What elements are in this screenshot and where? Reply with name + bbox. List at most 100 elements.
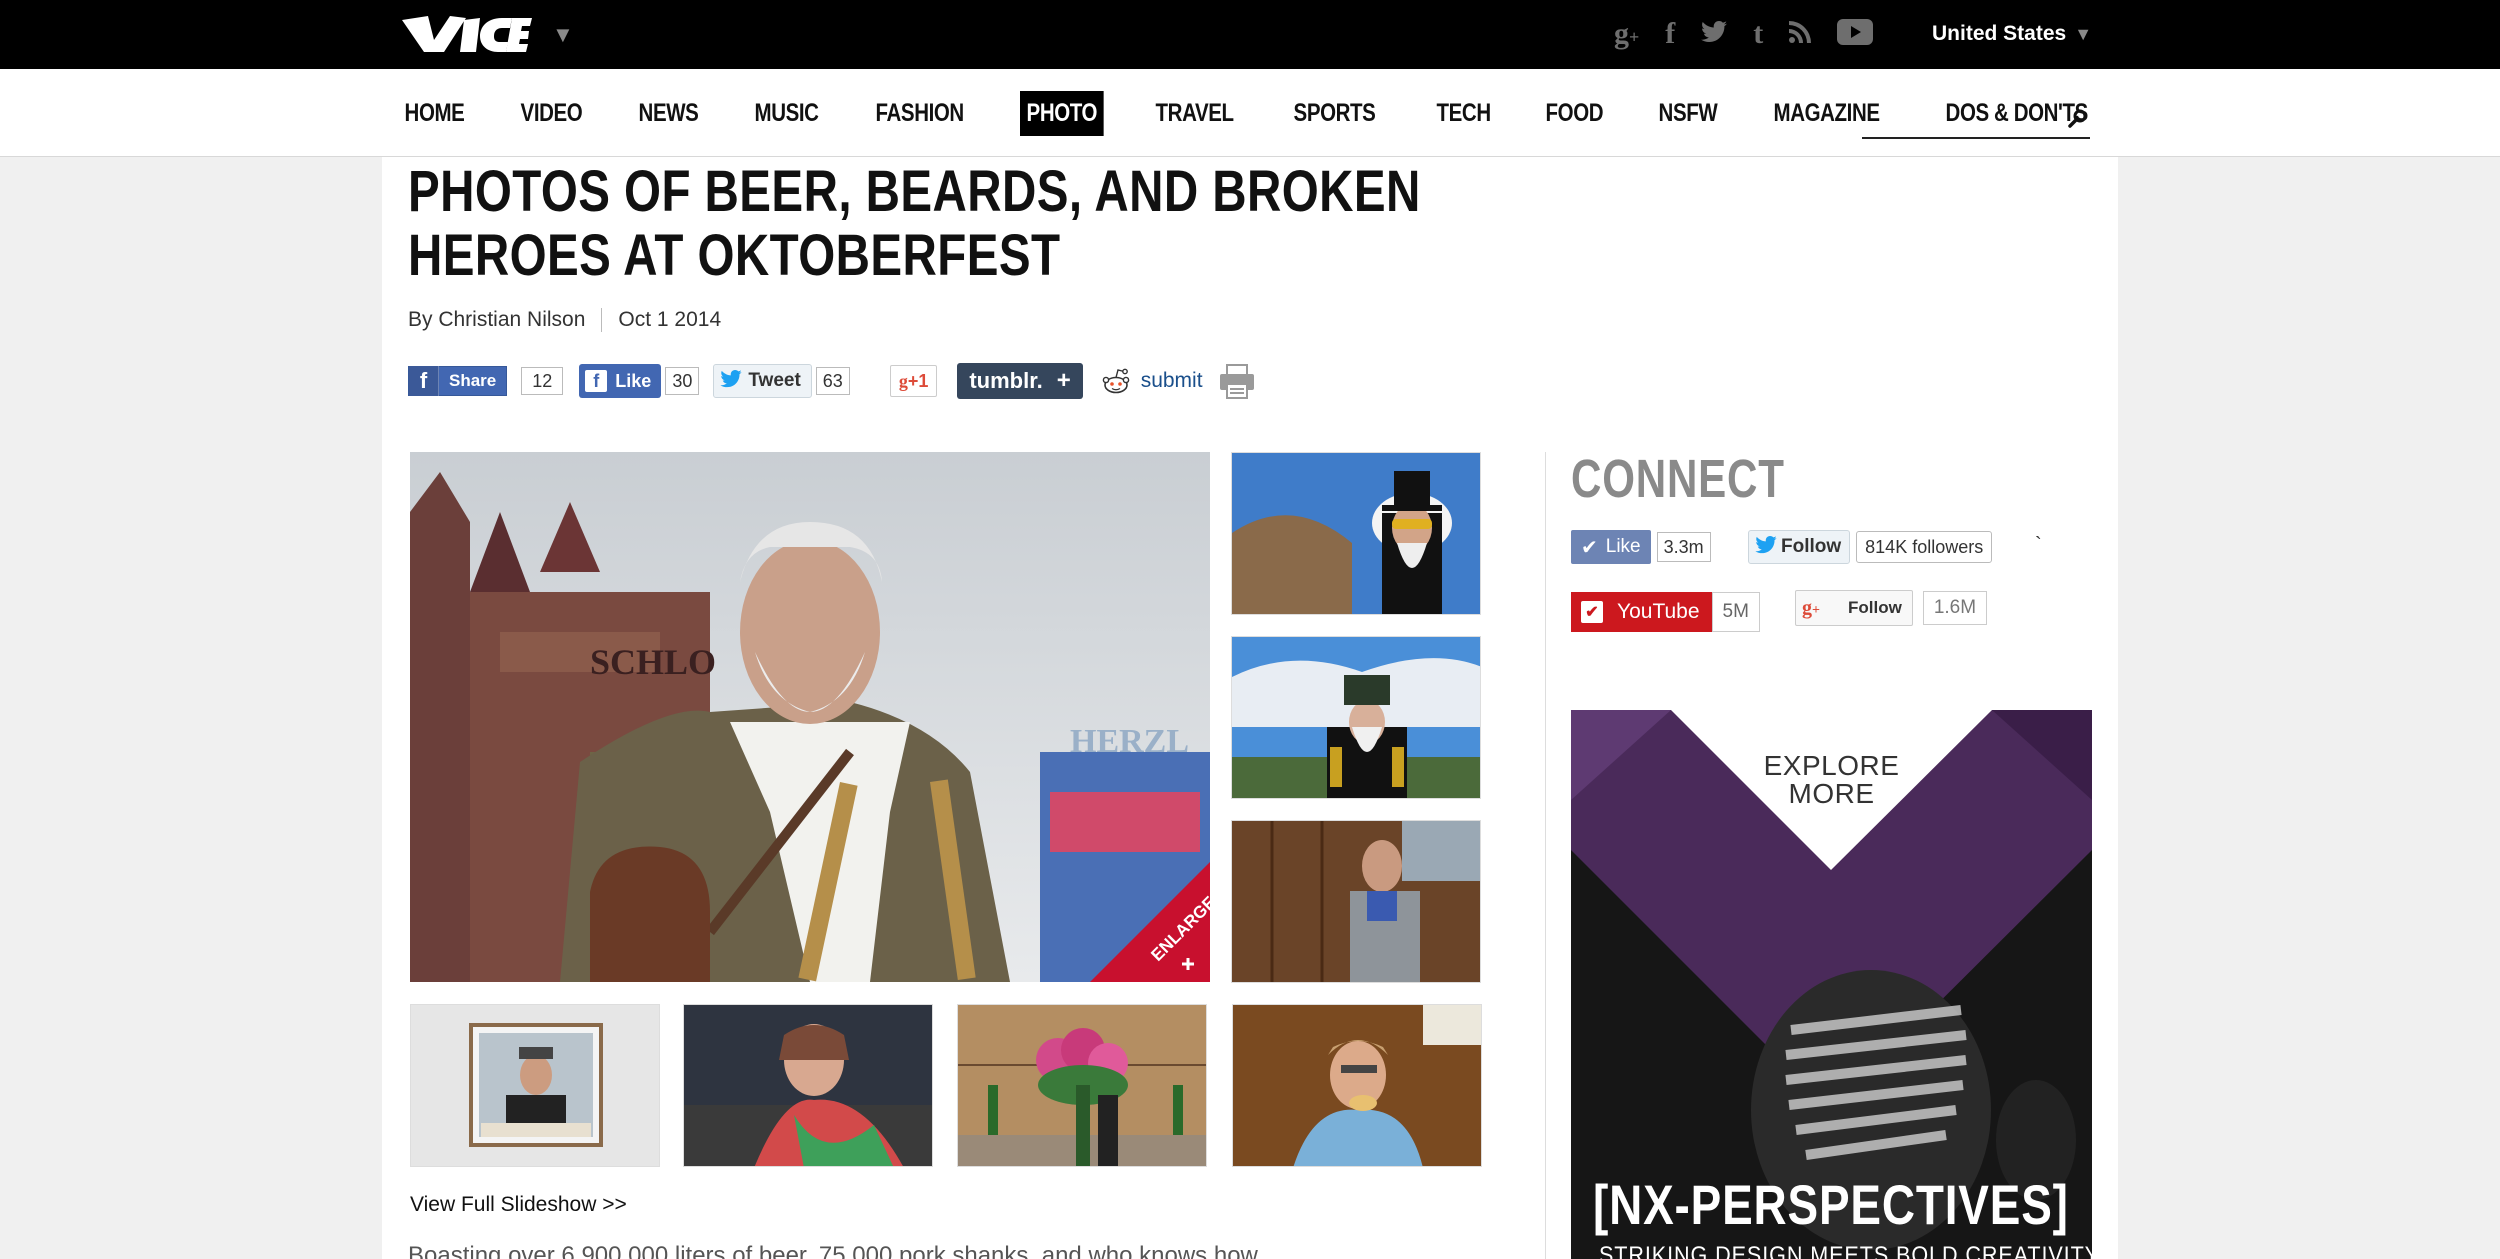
facebook-like-button[interactable]: f Like [579,364,662,398]
reddit-alien-icon [1102,368,1130,394]
svg-text:HERZL: HERZL [1070,723,1189,760]
nav-item-food[interactable]: FOOD [1539,91,1610,136]
nav-item-sports[interactable]: SPORTS [1287,91,1382,136]
country-selector[interactable]: United States ▼ [1932,22,2092,46]
youtube-subscribe-button[interactable]: ✔ YouTube [1571,592,1712,632]
google-plus-label: +1 [907,370,929,391]
facebook-like-label: Like [615,370,652,391]
youtube-check-icon: ✔ [1581,601,1603,623]
view-full-slideshow-link[interactable]: View Full Slideshow >> [410,1193,627,1217]
facebook-like-count: 3.3m [1656,532,1711,562]
thumb-image [411,1005,659,1166]
gallery-thumb[interactable] [1231,452,1481,615]
facebook-like-count: 30 [665,367,700,395]
connect-heading: CONNECT [1571,449,1785,509]
thumb-image [1233,1005,1481,1166]
gallery-thumb[interactable] [410,1004,660,1167]
svg-text:SCHLO: SCHLO [590,642,716,682]
thumb-image [1232,821,1480,982]
nav-item-photo[interactable]: PHOTO [1019,91,1104,136]
rss-icon[interactable] [1789,20,1812,48]
sidebar-youtube-subscribe: ✔ YouTube 5M [1571,592,1760,632]
tumblr-icon[interactable]: t [1753,19,1763,49]
search-input[interactable] [1862,105,2090,139]
youtube-subscriber-count: 5M [1711,592,1760,632]
search-icon[interactable] [2068,109,2088,129]
plus-icon: + [1056,367,1071,394]
gallery-thumb[interactable] [1232,1004,1482,1167]
facebook-icon[interactable]: f [1665,19,1675,49]
logo-dropdown-icon[interactable]: ▼ [552,22,574,48]
nav-item-tech[interactable]: TECH [1430,91,1497,136]
ad-explore-text: EXPLORE MORE [1571,752,2092,808]
gallery-thumb[interactable] [683,1004,933,1167]
stray-tick-mark: ` [2035,534,2042,556]
facebook-like-button[interactable]: ✔ Like [1571,530,1651,564]
sidebar-facebook-like: ✔ Like 3.3m [1571,530,1711,564]
nav-item-music[interactable]: MUSIC [748,91,825,136]
google-plus-one-button[interactable]: g +1 [889,365,938,397]
gallery-thumb[interactable] [957,1004,1207,1167]
main-nav: HOME VIDEO NEWS MUSIC FASHION PHOTO TRAVEL SPOR… [0,69,2500,157]
article-byline: By Christian Nilson Oct 1 2014 [408,308,721,332]
nav-item-fashion[interactable]: FASHION [869,91,970,136]
share-bar: f Share 12 f Like 30 Tweet 63 g +1 tumblr… [408,362,1257,400]
facebook-like-label: Like [1605,536,1641,557]
nav-item-news[interactable]: NEWS [632,91,705,136]
nav-item-video[interactable]: VIDEO [514,91,589,136]
publish-date: Oct 1 2014 [618,308,722,331]
twitter-followers-count: 814K followers [1856,531,1993,563]
facebook-share-label: Share [449,371,497,390]
facebook-share-count: 12 [521,367,564,395]
sidebar-google-plus-follow: g+ Follow 1.6M [1795,590,1988,626]
ad-explore-line1: EXPLORE [1763,750,1900,781]
google-plus-follower-count: 1.6M [1922,591,1988,625]
ad-subline: STRIKING DESIGN MEETS BOLD CREATIVITY [1599,1242,2092,1259]
nav-item-home[interactable]: HOME [398,91,471,136]
enlarge-button[interactable]: ENLARGE [1090,862,1210,982]
thumb-image [684,1005,932,1166]
thumb-image [1232,637,1480,798]
sidebar-advertisement[interactable]: EXPLORE MORE [NX-PERSPECTIVES] STRIKING … [1571,710,2092,1259]
gallery-thumb[interactable] [1231,636,1481,799]
tumblr-label: tumblr. [969,368,1043,393]
tumblr-share-button[interactable]: tumblr. + [957,363,1083,399]
reddit-submit-button[interactable]: submit [1101,366,1203,396]
youtube-icon[interactable] [1837,18,1874,50]
ad-headline: [NX-PERSPECTIVES] [1593,1173,2069,1236]
nav-item-nsfw[interactable]: NSFW [1652,91,1724,136]
print-icon[interactable] [1217,361,1257,401]
vice-logo[interactable] [398,12,532,56]
google-plus-icon[interactable]: g+ [1614,19,1639,49]
twitter-follow-button[interactable]: Follow [1748,530,1851,564]
article-title: PHOTOS OF BEER, BEARDS, AND BROKEN HEROE… [408,159,1421,288]
country-label: United States [1932,22,2067,45]
author-name[interactable]: By Christian Nilson [408,308,585,332]
thumb-image [958,1005,1206,1166]
sidebar-divider [1545,452,1546,1259]
main-gallery-photo[interactable]: SCHLO HERZL ENLARGE [410,452,1210,982]
twitter-follow-label: Follow [1781,536,1842,557]
facebook-icon: f [409,366,439,396]
gallery-thumb[interactable] [1231,820,1481,983]
twitter-icon[interactable] [1701,20,1728,48]
byline-divider [601,308,603,332]
article-body-text: Boasting over 6,900,000 liters of beer, … [408,1242,1258,1259]
tweet-count: 63 [815,367,850,395]
google-plus-follow-button[interactable]: g+ Follow [1795,590,1913,626]
sidebar-twitter-follow: Follow 814K followers [1748,530,1993,564]
thumb-image [1232,453,1480,614]
facebook-share-button[interactable]: f Share [408,366,508,396]
twitter-bird-icon [1755,534,1777,560]
youtube-label: YouTube [1617,600,1700,623]
nav-item-travel[interactable]: TRAVEL [1149,91,1240,136]
facebook-icon: f [585,370,608,392]
reddit-submit-label: submit [1140,369,1203,392]
ad-explore-line2: MORE [1788,778,1875,809]
top-bar: ▼ g+ f t United States ▼ [0,0,2500,69]
tweet-label: Tweet [748,370,801,391]
tweet-button[interactable]: Tweet [713,364,812,398]
google-plus-icon: g+ [1802,596,1820,619]
top-social-links: g+ f t [1614,14,1874,54]
chevron-down-icon: ▼ [2074,24,2093,44]
